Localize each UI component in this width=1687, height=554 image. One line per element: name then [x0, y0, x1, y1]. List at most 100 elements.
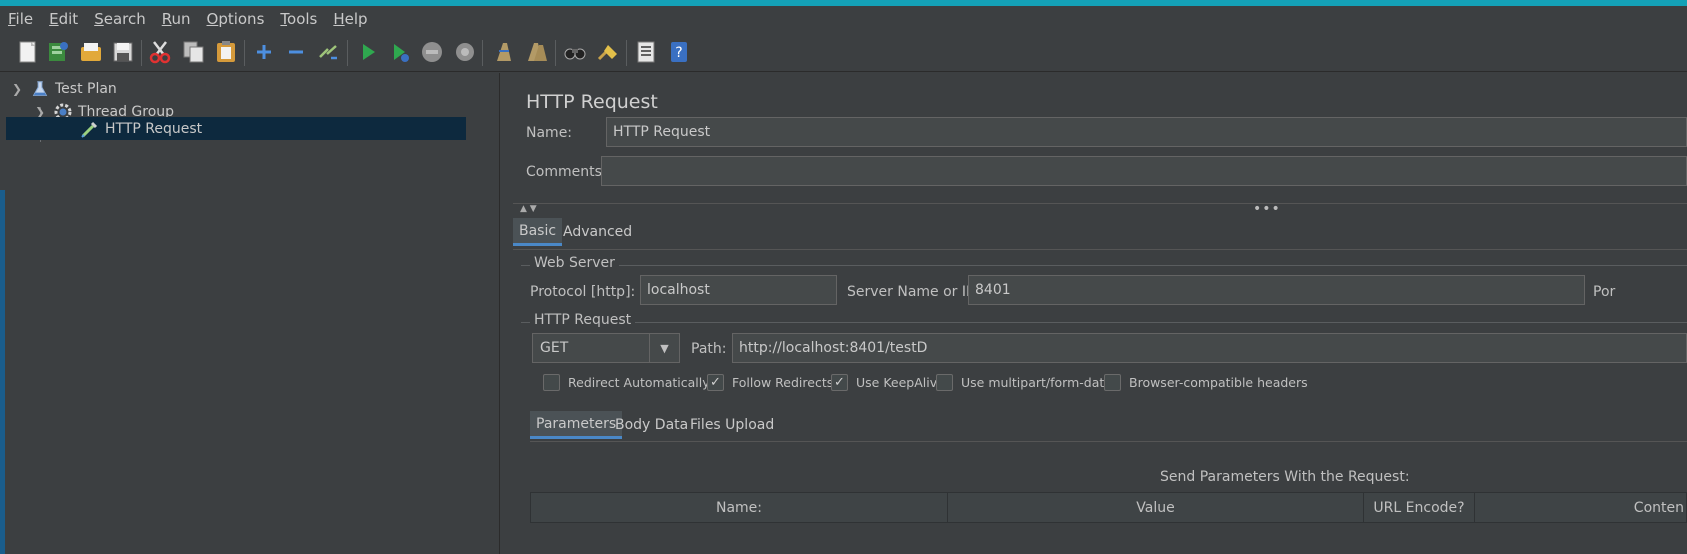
checkbox-label: Follow Redirects [732, 375, 834, 390]
open-icon[interactable] [77, 38, 105, 66]
group-border [521, 322, 1687, 323]
stop-icon[interactable] [418, 38, 446, 66]
clear-icon[interactable] [490, 38, 518, 66]
menu-label: ile [15, 10, 34, 28]
toolbar-separator [141, 40, 142, 66]
server-name-field[interactable]: 8401 [968, 275, 1585, 305]
group-border [521, 265, 1687, 266]
tree-item-http-request[interactable]: HTTP Request [6, 117, 466, 140]
drag-handle-icon[interactable]: ••• [1253, 201, 1281, 217]
port-label: Por [1593, 284, 1616, 300]
comments-field[interactable] [601, 156, 1687, 186]
menu-tools[interactable]: Tools [280, 10, 317, 28]
menu-run[interactable]: Run [162, 10, 191, 28]
tab-advanced[interactable]: Advanced [557, 218, 638, 246]
column-header-value[interactable]: Value [948, 493, 1364, 522]
clear-all-icon[interactable] [523, 38, 551, 66]
menu-label: elp [344, 10, 368, 28]
checkmark-icon[interactable]: ✓ [707, 374, 724, 391]
menu-label: earch [103, 10, 146, 28]
protocol-label: Protocol [http]: [530, 284, 636, 300]
menu-help[interactable]: Help [333, 10, 367, 28]
tab-basic[interactable]: Basic [513, 218, 563, 246]
copy-icon[interactable] [180, 38, 208, 66]
http-request-panel: HTTP Request Name: HTTP Request Comments… [513, 73, 1687, 554]
tab-files-upload[interactable]: Files Upload [684, 411, 780, 439]
checkbox-box[interactable] [543, 374, 560, 391]
method-value: GET [540, 340, 569, 356]
save-icon[interactable] [109, 38, 137, 66]
name-label: Name: [526, 125, 573, 141]
checkbox-box[interactable] [936, 374, 953, 391]
start-icon[interactable] [354, 38, 382, 66]
checkbox-label: Use multipart/form-data [961, 375, 1112, 390]
toolbar-separator [482, 40, 483, 66]
menu-file[interactable]: File [8, 10, 33, 28]
tree-item-label: HTTP Request [105, 120, 203, 137]
path-field[interactable]: http://localhost:8401/testD [732, 333, 1687, 363]
splitter[interactable] [513, 203, 1687, 204]
collapse-arrows-icon[interactable]: ▲ ▼ [520, 204, 537, 214]
toggle-icon[interactable] [314, 38, 342, 66]
toolbar-separator [626, 40, 627, 66]
web-server-title: Web Server [530, 255, 619, 271]
new-icon[interactable] [14, 38, 42, 66]
chevron-down-icon[interactable]: ▼ [649, 334, 679, 362]
name-field[interactable]: HTTP Request [606, 117, 1687, 147]
redirect-automatically-checkbox[interactable]: Redirect Automatically [543, 374, 710, 391]
svg-text:?: ? [675, 45, 682, 61]
page-title: HTTP Request [526, 91, 658, 113]
method-select[interactable]: GET ▼ [532, 333, 680, 363]
menu-mnemonic: F [8, 10, 16, 28]
menu-mnemonic: H [333, 10, 345, 28]
menu-label: ools [287, 10, 318, 28]
function-helper-icon[interactable] [632, 38, 660, 66]
menu-label: un [171, 10, 191, 28]
menu-mnemonic: S [94, 10, 104, 28]
chevron-down-icon[interactable]: ❯ [9, 82, 25, 96]
checkbox-label: Redirect Automatically [568, 375, 710, 390]
help-icon[interactable]: ? [665, 38, 693, 66]
shutdown-icon[interactable] [451, 38, 479, 66]
menu-options[interactable]: Options [207, 10, 265, 28]
column-header-url-encode[interactable]: URL Encode? [1364, 493, 1475, 522]
tab-divider [513, 249, 1687, 250]
checkbox-box[interactable] [1104, 374, 1121, 391]
comments-label: Comments: [526, 164, 607, 180]
cut-icon[interactable] [146, 38, 174, 66]
column-header-name[interactable]: Name: [531, 493, 948, 522]
search-icon[interactable] [561, 38, 589, 66]
tree-item-label: Test Plan [55, 81, 117, 97]
reset-search-icon[interactable] [594, 38, 622, 66]
use-keepalive-checkbox[interactable]: ✓ Use KeepAlive [831, 374, 945, 391]
tree-item-test-plan[interactable]: ❯ Test Plan [9, 77, 499, 101]
expand-icon[interactable] [250, 38, 278, 66]
protocol-field[interactable]: localhost [640, 275, 837, 305]
menu-label: dit [58, 10, 79, 28]
menu-search[interactable]: Search [94, 10, 146, 28]
follow-redirects-checkbox[interactable]: ✓ Follow Redirects [707, 374, 833, 391]
tab-body-data[interactable]: Body Data [609, 411, 694, 439]
toolbar-separator [347, 40, 348, 66]
collapse-icon[interactable] [282, 38, 310, 66]
column-header-content-type[interactable]: Conten [1475, 493, 1686, 522]
checkmark-icon[interactable]: ✓ [831, 374, 848, 391]
menu-label: ptions [218, 10, 265, 28]
parameters-table-header: Name: Value URL Encode? Conten [530, 492, 1687, 523]
flask-icon [29, 78, 51, 100]
menu-mnemonic: O [206, 10, 219, 28]
checkbox-label: Use KeepAlive [856, 375, 945, 390]
toolbar-separator [555, 40, 556, 66]
menu-edit[interactable]: Edit [49, 10, 78, 28]
pipette-icon [79, 118, 101, 140]
paste-icon[interactable] [212, 38, 240, 66]
start-no-pauses-icon[interactable] [386, 38, 414, 66]
checkbox-label: Browser-compatible headers [1129, 375, 1308, 390]
toolbar: ? [0, 32, 1687, 72]
browser-compatible-headers-checkbox[interactable]: Browser-compatible headers [1104, 374, 1308, 391]
menu-bar: File Edit Search Run Options Tools Help [0, 6, 1687, 32]
use-multipart-checkbox[interactable]: Use multipart/form-data [936, 374, 1112, 391]
menu-mnemonic: E [49, 10, 59, 28]
templates-icon[interactable] [44, 38, 72, 66]
server-name-label: Server Name or IP: [847, 284, 980, 300]
